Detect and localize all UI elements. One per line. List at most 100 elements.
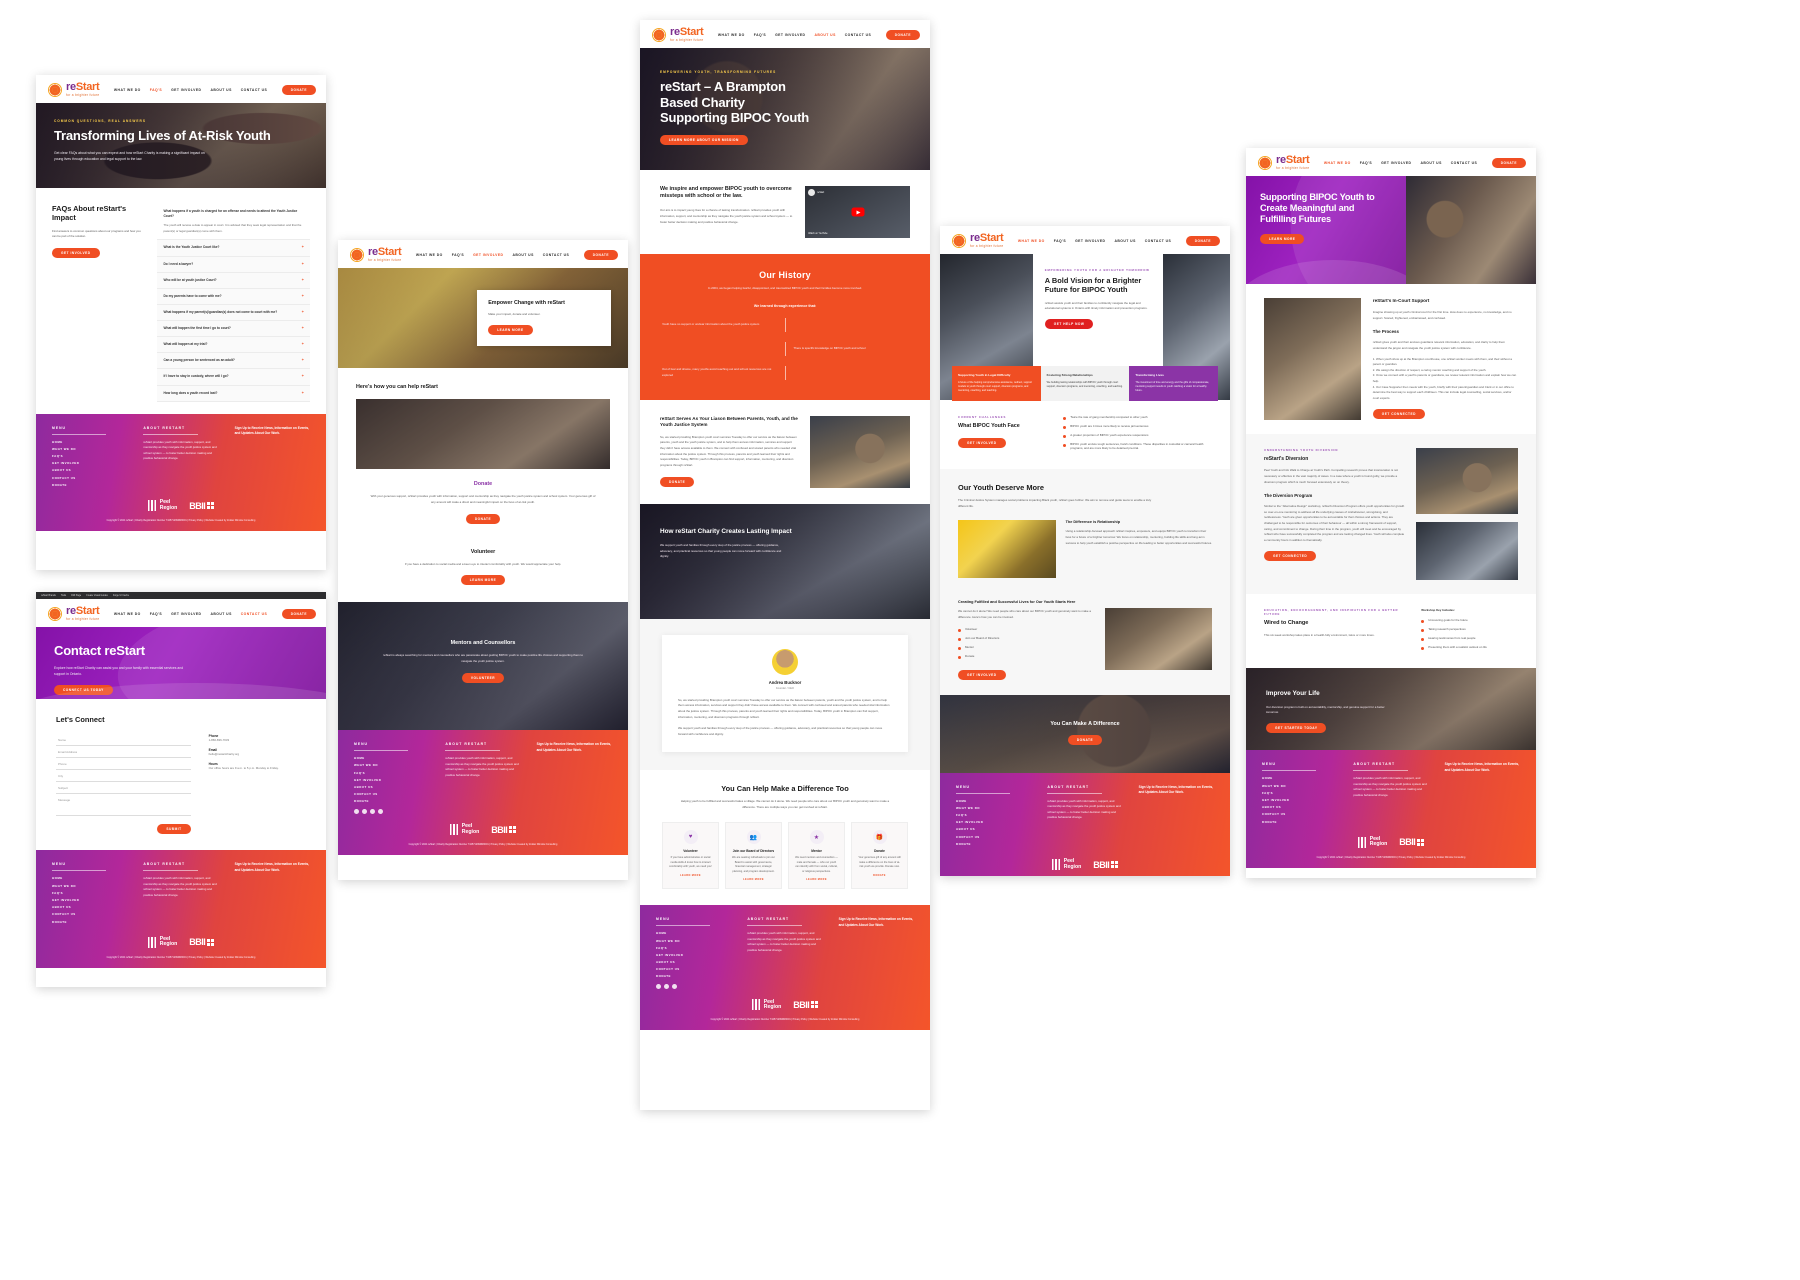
footer-link[interactable]: DONATE	[52, 483, 127, 487]
donate-button[interactable]: DONATE	[281, 608, 316, 619]
plus-icon[interactable]: +	[302, 358, 304, 363]
footer-link[interactable]: WHAT WE DO	[354, 763, 429, 767]
footer-link[interactable]: HOME	[52, 876, 127, 880]
twitter-icon[interactable]	[370, 809, 375, 815]
help-card[interactable]: ♥ Volunteer If you have administrative o…	[662, 822, 719, 890]
message-field[interactable]: Message	[56, 794, 191, 817]
nav-about-us[interactable]: ABOUT US	[210, 88, 231, 92]
social-links[interactable]	[656, 984, 731, 990]
faq-item[interactable]: What is the Youth Justice Court like? +	[157, 240, 310, 257]
brand-logo[interactable]: reStart for a brighter future	[652, 27, 704, 42]
faq-item[interactable]: If I have to stay in custody, where will…	[157, 369, 310, 386]
footer-link[interactable]: CONTACT US	[1262, 812, 1337, 816]
footer-link[interactable]: ABOUT US	[354, 785, 429, 789]
challenges-cta-button[interactable]: GET INVOLVED	[958, 437, 1006, 448]
submit-button[interactable]: SUBMIT	[157, 824, 191, 835]
footer-link[interactable]: WHAT WE DO	[52, 447, 127, 451]
plus-icon[interactable]: +	[302, 293, 304, 299]
brand-logo[interactable]: reStart for a brighter future	[952, 233, 1004, 248]
twitter-icon[interactable]	[672, 984, 677, 990]
instagram-icon[interactable]	[664, 984, 669, 990]
page-home[interactable]: reStart for a brighter future WHAT WE DO…	[640, 20, 930, 1110]
footer-link[interactable]: GET INVOLVED	[656, 953, 731, 957]
bookmark-item[interactable]: Forge UI Cache	[113, 595, 129, 597]
email-value[interactable]: hello@restartcharity.org	[209, 752, 306, 756]
nav-about-us[interactable]: ABOUT US	[1114, 239, 1135, 243]
hero-cta-button[interactable]: LEARN MORE	[1260, 234, 1305, 245]
donate-button[interactable]: DONATE	[281, 84, 316, 95]
footer-link[interactable]: WHAT WE DO	[1262, 784, 1337, 788]
watch-on-youtube[interactable]: Watch on YouTube	[808, 233, 827, 235]
linkedin-icon[interactable]	[378, 809, 383, 815]
nav-faqs[interactable]: FAQ'S	[1360, 161, 1372, 165]
brand-logo[interactable]: reStart for a brighter future	[48, 606, 100, 621]
footer-link[interactable]: DONATE	[52, 920, 127, 924]
footer-link[interactable]: GET INVOLVED	[354, 778, 429, 782]
brand-logo[interactable]: reStart for a brighter future	[350, 247, 402, 262]
footer-link[interactable]: ABOUT US	[52, 905, 127, 909]
nav-what-we-do[interactable]: WHAT WE DO	[416, 253, 443, 257]
nav-contact-us[interactable]: CONTACT US	[845, 33, 871, 37]
footer-link[interactable]: DONATE	[956, 842, 1031, 846]
faq-item[interactable]: Who will be at youth justice Court? +	[157, 272, 310, 289]
nav-get-involved[interactable]: GET INVOLVED	[171, 612, 201, 616]
plus-icon[interactable]: +	[302, 245, 304, 250]
contact-form[interactable]: Name Email Address Phone City Subject Me…	[56, 734, 191, 835]
hero-cta-button[interactable]: LEARN MORE ABOUT OUR MISSION	[660, 134, 748, 145]
footer-link[interactable]: ABOUT US	[52, 468, 127, 472]
facebook-icon[interactable]	[354, 809, 359, 815]
card-link[interactable]: DONATE	[858, 874, 901, 877]
footer-link[interactable]: GET INVOLVED	[52, 461, 127, 465]
footer-link[interactable]: FAQ'S	[52, 454, 127, 458]
plus-icon[interactable]: +	[302, 390, 304, 396]
footer-link[interactable]: CONTACT US	[656, 967, 731, 971]
nav-contact-us[interactable]: CONTACT US	[1451, 161, 1477, 165]
footer-link[interactable]: GET INVOLVED	[956, 820, 1031, 824]
instagram-icon[interactable]	[362, 809, 367, 815]
volunteer-cta-button[interactable]: LEARN MORE	[460, 575, 506, 586]
program-cta-button[interactable]: GET CONNECTED	[1264, 550, 1317, 561]
city-field[interactable]: City	[56, 770, 191, 783]
faq-accordion[interactable]: What happens if a youth is charged for a…	[157, 204, 310, 402]
footer-link[interactable]: ABOUT US	[1262, 805, 1337, 809]
improve-cta-button[interactable]: GET STARTED TODAY	[1266, 723, 1327, 734]
plus-icon[interactable]: +	[302, 374, 304, 379]
page-services[interactable]: reStart for a brighter future WHAT WE DO…	[1246, 148, 1536, 878]
footer-link[interactable]: CONTACT US	[354, 792, 429, 796]
donate-button[interactable]: DONATE	[1185, 235, 1220, 246]
email-field[interactable]: Email Address	[56, 746, 191, 759]
plus-icon[interactable]: +	[302, 261, 304, 267]
help-card[interactable]: ★ Mentor We need mentors and counsellors…	[788, 822, 845, 890]
faq-item[interactable]: Can a young person be sentenced as an ad…	[157, 353, 310, 370]
nav-faqs[interactable]: FAQ'S	[150, 612, 162, 616]
faq-item-open[interactable]: What happens if a youth is charged for a…	[157, 204, 310, 241]
footer-link[interactable]: ABOUT US	[656, 960, 731, 964]
footer-link[interactable]: WHAT WE DO	[956, 806, 1031, 810]
footer-link[interactable]: HOME	[52, 440, 127, 444]
donate-button[interactable]: DONATE	[583, 249, 618, 260]
footer-link[interactable]: DONATE	[1262, 820, 1337, 824]
phone-value[interactable]: 1-866-836-7033	[209, 738, 306, 742]
faq-cta-button[interactable]: GET INVOLVED	[52, 248, 100, 259]
footer-link[interactable]: ABOUT US	[956, 827, 1031, 831]
page-contact[interactable]: reStart Brands Tools Drill Page Create V…	[36, 592, 326, 987]
bookmark-item[interactable]: Tools	[61, 595, 66, 597]
donate-button[interactable]: DONATE	[885, 29, 920, 40]
donate-cta-button[interactable]: DONATE	[465, 513, 501, 524]
faq-item[interactable]: What happens if my parent(s)/guardian(s)…	[157, 304, 310, 322]
nav-contact-us[interactable]: CONTACT US	[241, 612, 267, 616]
footer-link[interactable]: HOME	[956, 799, 1031, 803]
help-card[interactable]: 👥 Join our Board of Directors We are see…	[725, 822, 782, 890]
nav-what-we-do[interactable]: WHAT WE DO	[1018, 239, 1045, 243]
nav-contact-us[interactable]: CONTACT US	[543, 253, 569, 257]
nav-faqs[interactable]: FAQ'S	[150, 88, 162, 92]
brand-logo[interactable]: reStart for a brighter future	[1258, 155, 1310, 170]
footer-link[interactable]: GET INVOLVED	[1262, 798, 1337, 802]
nav-get-involved[interactable]: GET INVOLVED	[775, 33, 805, 37]
footer-link[interactable]: GET INVOLVED	[52, 898, 127, 902]
page-get-involved[interactable]: reStart for a brighter future WHAT WE DO…	[338, 240, 628, 880]
contact-hero-cta[interactable]: CONNECT US TODAY	[54, 685, 113, 696]
donate-button[interactable]: DONATE	[1491, 157, 1526, 168]
card-link[interactable]: LEARN MORE	[732, 878, 775, 881]
nav-faqs[interactable]: FAQ'S	[754, 33, 766, 37]
